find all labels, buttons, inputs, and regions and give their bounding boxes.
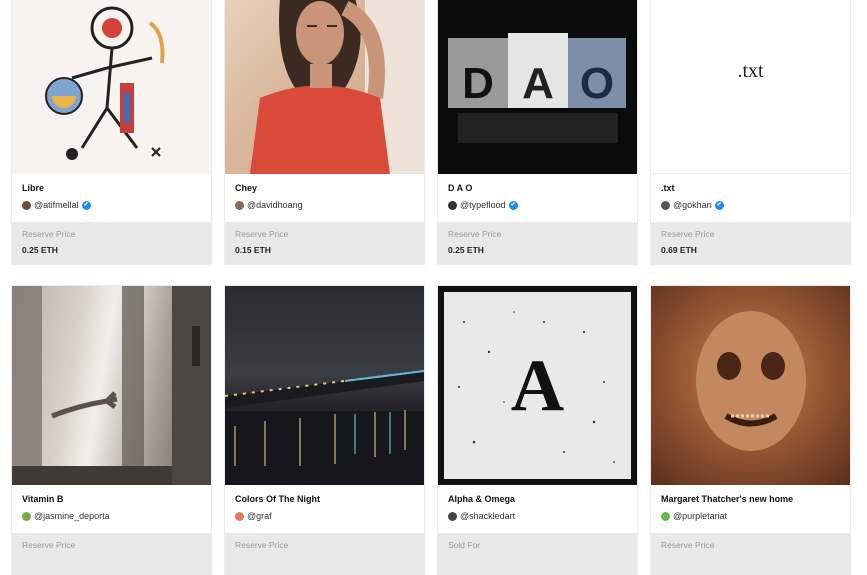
creator-handle[interactable]: @atifmellal <box>34 200 79 210</box>
artwork-title[interactable]: .txt <box>661 174 840 194</box>
artwork-card[interactable]: Vitamin B @jasmine_deporta Reserve Price <box>12 286 211 575</box>
price-label: Reserve Price <box>661 540 715 550</box>
artwork-card[interactable]: .txt .txt @gokhan ✔ Reserve Price 0.69 E… <box>651 0 850 264</box>
artwork-image[interactable] <box>225 0 424 174</box>
price-section: Reserve Price 0.69 ETH <box>651 222 850 264</box>
price-section: Reserve Price <box>225 533 424 575</box>
artwork-card[interactable]: D A O D A O @typeflood ✔ Reserve Price 0… <box>438 0 637 264</box>
creator-link[interactable]: @shackledart <box>448 511 627 521</box>
price-section: Reserve Price 0.15 ETH <box>225 222 424 264</box>
art-letter-o: O <box>580 59 614 108</box>
price-label: Reserve Price <box>661 229 715 239</box>
price-section: Reserve Price 0.25 ETH <box>12 222 211 264</box>
artwork-title[interactable]: Libre <box>22 174 201 194</box>
artwork-image[interactable]: A <box>438 286 637 485</box>
price-label: Reserve Price <box>235 540 289 550</box>
artwork-card[interactable]: Chey @davidhoang Reserve Price 0.15 ETH <box>225 0 424 264</box>
price-section: Reserve Price 0.25 ETH <box>438 222 637 264</box>
artwork-title[interactable]: D A O <box>448 174 627 194</box>
creator-avatar <box>661 200 670 210</box>
price-label: Reserve Price <box>22 540 76 550</box>
price-value: 0.69 ETH <box>661 245 697 255</box>
creator-avatar <box>235 511 244 521</box>
art-text: .txt <box>737 60 764 82</box>
price-section: Reserve Price <box>651 533 850 575</box>
artwork-title[interactable]: Chey <box>235 174 414 194</box>
creator-handle[interactable]: @graf <box>247 511 272 521</box>
artwork-image[interactable]: .txt <box>651 0 850 174</box>
artwork-image[interactable] <box>12 0 211 174</box>
art-letter-a: A <box>522 59 554 108</box>
price-value: 0.15 ETH <box>235 245 271 255</box>
artwork-image[interactable] <box>225 286 424 485</box>
creator-link[interactable]: @gokhan ✔ <box>661 200 840 210</box>
creator-link[interactable]: @graf <box>235 511 414 521</box>
artwork-card[interactable]: Margaret Thatcher's new home @purpletari… <box>651 286 850 575</box>
price-section: Sold For <box>438 533 637 575</box>
creator-handle[interactable]: @davidhoang <box>247 200 303 210</box>
artwork-title[interactable]: Vitamin B <box>22 485 201 505</box>
art-letter-d: D <box>462 59 494 108</box>
artwork-card[interactable]: Libre @atifmellal ✔ Reserve Price 0.25 E… <box>12 0 211 264</box>
artwork-image[interactable]: D A O <box>438 0 637 174</box>
creator-handle[interactable]: @shackledart <box>460 511 515 521</box>
artwork-image[interactable] <box>12 286 211 485</box>
creator-avatar <box>448 511 457 521</box>
price-value: 0.25 ETH <box>22 245 58 255</box>
creator-link[interactable]: @jasmine_deporta <box>22 511 201 521</box>
artwork-title[interactable]: Margaret Thatcher's new home <box>661 485 840 505</box>
artwork-title[interactable]: Alpha & Omega <box>448 485 627 505</box>
creator-avatar <box>235 200 244 210</box>
price-label: Reserve Price <box>22 229 76 239</box>
creator-handle[interactable]: @typeflood <box>460 200 506 210</box>
artwork-card[interactable]: A Alpha & Omega @shackledart Sold For <box>438 286 637 575</box>
creator-handle[interactable]: @gokhan <box>673 200 712 210</box>
creator-handle[interactable]: @jasmine_deporta <box>34 511 110 521</box>
artwork-grid: Libre @atifmellal ✔ Reserve Price 0.25 E… <box>0 0 867 575</box>
creator-link[interactable]: @atifmellal ✔ <box>22 200 201 210</box>
price-section: Reserve Price <box>12 533 211 575</box>
verified-icon: ✔ <box>81 200 91 210</box>
creator-avatar <box>22 200 31 210</box>
price-label: Reserve Price <box>235 229 289 239</box>
creator-avatar <box>448 200 457 210</box>
artwork-card[interactable]: Colors Of The Night @graf Reserve Price <box>225 286 424 575</box>
creator-link[interactable]: @davidhoang <box>235 200 414 210</box>
creator-avatar <box>22 511 31 521</box>
verified-icon: ✔ <box>508 200 518 210</box>
artwork-image[interactable] <box>651 286 850 485</box>
creator-avatar <box>661 511 670 521</box>
price-value: 0.25 ETH <box>448 245 484 255</box>
creator-link[interactable]: @typeflood ✔ <box>448 200 627 210</box>
price-label: Sold For <box>448 540 481 550</box>
verified-icon: ✔ <box>714 200 724 210</box>
creator-handle[interactable]: @purpletariat <box>673 511 727 521</box>
creator-link[interactable]: @purpletariat <box>661 511 840 521</box>
art-letter: A <box>510 345 565 427</box>
price-label: Reserve Price <box>448 229 502 239</box>
artwork-title[interactable]: Colors Of The Night <box>235 485 414 505</box>
